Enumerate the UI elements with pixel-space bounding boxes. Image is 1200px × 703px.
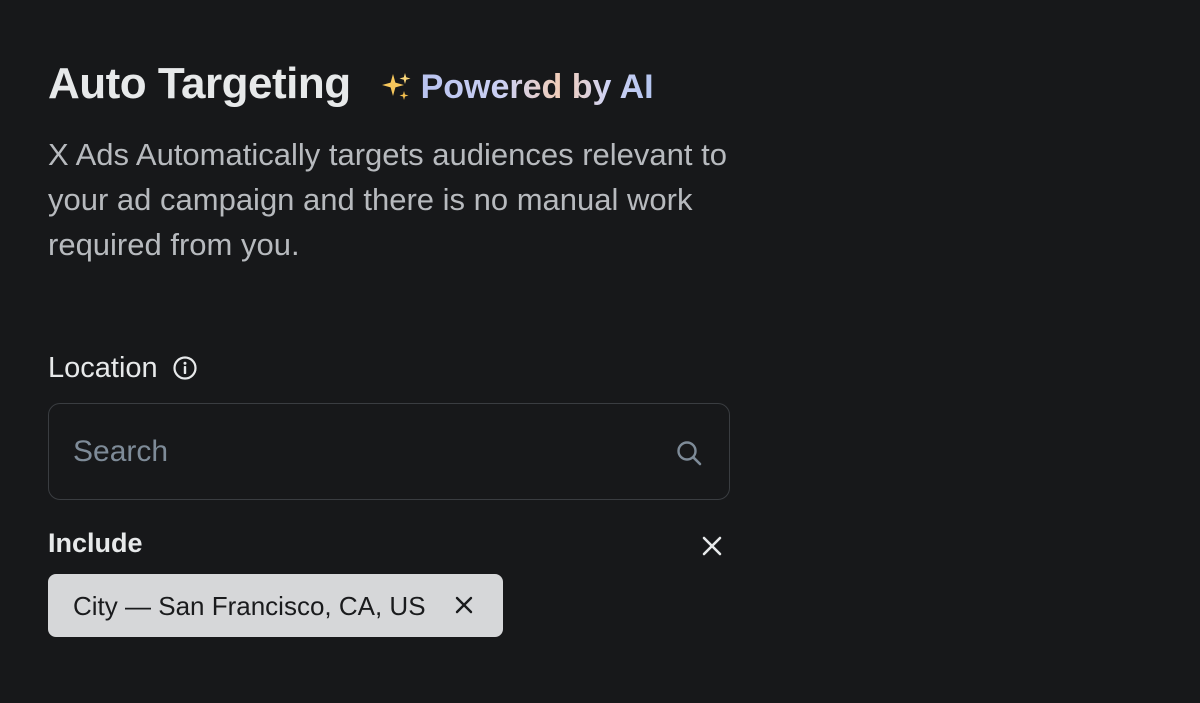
info-icon[interactable]	[172, 355, 198, 381]
close-icon[interactable]	[698, 532, 726, 560]
location-search-box[interactable]	[48, 403, 730, 500]
title-row: Auto Targeting Powered by AI	[48, 58, 654, 110]
search-icon[interactable]	[675, 439, 703, 467]
location-chip: City — San Francisco, CA, US	[48, 574, 503, 637]
ai-badge: Powered by AI	[379, 67, 654, 107]
location-search-input[interactable]	[49, 421, 653, 482]
location-header: Location	[48, 348, 198, 388]
location-chip-label: City — San Francisco, CA, US	[73, 590, 426, 621]
include-label: Include	[48, 528, 143, 558]
page-title: Auto Targeting	[48, 59, 351, 108]
sparkle-icon	[381, 73, 411, 100]
ai-badge-label: Powered by AI	[420, 68, 654, 106]
location-label: Location	[48, 352, 158, 384]
description: X Ads Automatically targets audiences re…	[48, 137, 727, 262]
close-icon[interactable]	[453, 594, 475, 616]
